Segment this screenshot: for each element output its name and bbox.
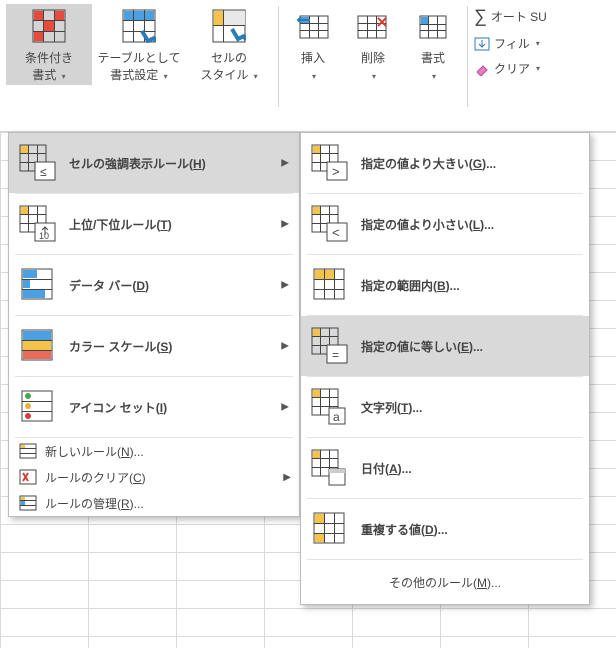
databars-icon	[19, 266, 57, 304]
equal-icon: =	[311, 327, 349, 365]
format-label: 書式▾	[421, 50, 445, 85]
date-icon	[311, 449, 349, 487]
more-rules-label: その他のルール(M)...	[389, 574, 501, 591]
new-rule-item[interactable]: 新しいルール(N)...	[9, 438, 299, 464]
insert-button[interactable]: 挿入▾	[285, 4, 341, 85]
databars-label: データ バー(D)	[69, 277, 149, 294]
submenu-arrow-icon: ▶	[281, 158, 289, 169]
autosum-button[interactable]: ∑ オート SU	[474, 6, 547, 27]
highlight-rules-item[interactable]: ≤ セルの強調表示ルール(H) ▶	[9, 133, 299, 193]
conditional-format-menu: ≤ セルの強調表示ルール(H) ▶ 10 上位/下位ルール(T) ▶ データ バ…	[8, 132, 300, 517]
lt-icon: <	[311, 205, 349, 243]
ribbon-group-editing: ∑ オート SU フィル ▾ クリア ▾	[468, 0, 551, 131]
conditional-format-button[interactable]: 条件付き 書式 ▾	[6, 4, 92, 85]
svg-text:10: 10	[39, 231, 49, 241]
iconsets-icon	[19, 388, 57, 426]
text-icon: a	[311, 388, 349, 426]
date-label: 日付(A)...	[361, 460, 412, 477]
ribbon-group-styles: 条件付き 書式 ▾ テーブルとして 書式設定 ▾ セルの スタイル ▾	[0, 0, 278, 131]
colorscales-label: カラー スケール(S)	[69, 338, 172, 355]
table-format-icon	[121, 8, 157, 44]
topbottom-rules-item[interactable]: 10 上位/下位ルール(T) ▶	[9, 194, 299, 254]
manage-rules-label: ルールの管理(R)...	[45, 495, 144, 512]
clear-button[interactable]: クリア ▾	[474, 60, 547, 77]
submenu-arrow-icon: ▶	[281, 402, 289, 413]
iconsets-label: アイコン セット(I)	[69, 399, 167, 416]
table-format-label: テーブルとして 書式設定 ▾	[98, 50, 181, 85]
manage-rules-item[interactable]: ルールの管理(R)...	[9, 490, 299, 516]
svg-text:<: <	[332, 225, 340, 240]
colorscales-icon	[19, 327, 57, 365]
svg-text:≤: ≤	[40, 165, 47, 179]
delete-icon	[355, 8, 391, 44]
duplicate-item[interactable]: 重複する値(D)...	[301, 499, 589, 559]
colorscales-item[interactable]: カラー スケール(S) ▶	[9, 316, 299, 376]
cell-styles-icon	[211, 8, 247, 44]
insert-label: 挿入▾	[301, 50, 325, 85]
delete-button[interactable]: 削除▾	[345, 4, 401, 85]
lt-item[interactable]: < 指定の値より小さい(L)...	[301, 194, 589, 254]
ribbon: 条件付き 書式 ▾ テーブルとして 書式設定 ▾ セルの スタイル ▾ 挿入▾	[0, 0, 616, 132]
topbottom-icon: 10	[19, 205, 57, 243]
clear-rules-item[interactable]: ルールのクリア(C) ▶	[9, 464, 299, 490]
clear-rules-label: ルールのクリア(C)	[45, 469, 146, 486]
more-rules-item[interactable]: その他のルール(M)...	[301, 560, 589, 604]
highlight-rules-submenu: > 指定の値より大きい(G)... < 指定の値より小さい(L)... 指定の範…	[300, 132, 590, 605]
between-item[interactable]: 指定の範囲内(B)...	[301, 255, 589, 315]
iconsets-item[interactable]: アイコン セット(I) ▶	[9, 377, 299, 437]
format-button[interactable]: 書式▾	[405, 4, 461, 85]
gt-label: 指定の値より大きい(G)...	[361, 155, 496, 172]
text-label: 文字列(T)...	[361, 399, 422, 416]
insert-icon	[295, 8, 331, 44]
fill-icon	[474, 37, 490, 51]
highlight-label: セルの強調表示ルール(H)	[69, 155, 206, 172]
gt-item[interactable]: > 指定の値より大きい(G)...	[301, 133, 589, 193]
between-label: 指定の範囲内(B)...	[361, 277, 460, 294]
databars-item[interactable]: データ バー(D) ▶	[9, 255, 299, 315]
new-rule-icon	[19, 443, 37, 459]
ribbon-group-cells: 挿入▾ 削除▾ 書式▾	[279, 0, 467, 131]
format-cells-icon	[415, 8, 451, 44]
eraser-icon	[474, 62, 490, 76]
conditional-format-label: 条件付き 書式 ▾	[25, 50, 73, 85]
submenu-arrow-icon: ▶	[281, 280, 289, 291]
conditional-format-icon	[31, 8, 67, 44]
duplicate-icon	[311, 510, 349, 548]
submenu-arrow-icon: ▶	[281, 341, 289, 352]
topbottom-label: 上位/下位ルール(T)	[69, 216, 172, 233]
fill-button[interactable]: フィル ▾	[474, 35, 547, 52]
cell-styles-button[interactable]: セルの スタイル ▾	[186, 4, 272, 85]
table-format-button[interactable]: テーブルとして 書式設定 ▾	[96, 4, 182, 85]
manage-rules-icon	[19, 495, 37, 511]
gt-icon: >	[311, 144, 349, 182]
delete-label: 削除▾	[361, 50, 385, 85]
new-rule-label: 新しいルール(N)...	[45, 443, 144, 460]
equal-label: 指定の値に等しい(E)...	[361, 338, 483, 355]
equal-item[interactable]: = 指定の値に等しい(E)...	[301, 316, 589, 376]
lt-label: 指定の値より小さい(L)...	[361, 216, 494, 233]
between-icon	[311, 266, 349, 304]
submenu-arrow-icon: ▶	[281, 219, 289, 230]
svg-text:a: a	[333, 410, 340, 424]
svg-text:>: >	[332, 164, 340, 179]
highlight-icon: ≤	[19, 144, 57, 182]
clear-rules-icon	[19, 469, 37, 485]
text-item[interactable]: a 文字列(T)...	[301, 377, 589, 437]
sigma-icon: ∑	[474, 6, 487, 27]
date-item[interactable]: 日付(A)...	[301, 438, 589, 498]
cell-styles-label: セルの スタイル ▾	[200, 50, 257, 85]
duplicate-label: 重複する値(D)...	[361, 521, 448, 538]
svg-text:=: =	[332, 348, 339, 362]
